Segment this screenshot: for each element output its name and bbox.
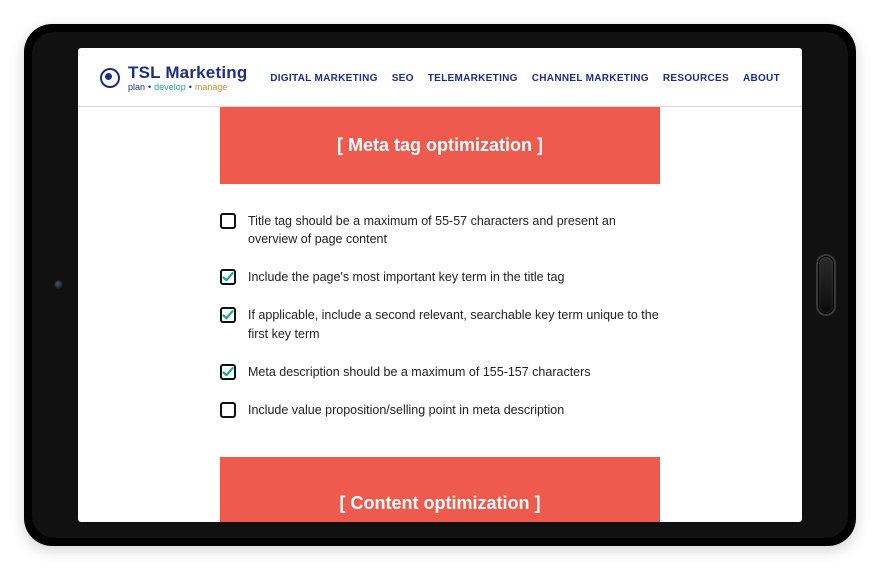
checkbox[interactable] [220,402,236,418]
site-logo[interactable]: TSL Marketing plan•develop•manage [100,64,247,92]
main-nav: DIGITAL MARKETING SEO TELEMARKETING CHAN… [270,73,780,84]
screen: TSL Marketing plan•develop•manage DIGITA… [78,48,802,522]
section-banner-content-opt: [ Content optimization ] [220,457,660,522]
checklist-item: Include value proposition/selling point … [220,401,660,419]
checkmark-icon [222,271,234,283]
checkbox[interactable] [220,307,236,323]
checklist-label: Include value proposition/selling point … [248,401,564,419]
checkbox[interactable] [220,213,236,229]
checklist-item: Title tag should be a maximum of 55-57 c… [220,212,660,248]
checkbox[interactable] [220,364,236,380]
tablet-bezel: TSL Marketing plan•develop•manage DIGITA… [32,32,848,538]
logo-title: TSL Marketing [128,64,247,81]
checklist-item: Meta description should be a maximum of … [220,363,660,381]
site-header: TSL Marketing plan•develop•manage DIGITA… [78,48,802,107]
logo-icon [100,68,120,88]
checkbox[interactable] [220,269,236,285]
section-banner-meta-tag: [ Meta tag optimization ] [220,107,660,184]
checkmark-icon [222,366,234,378]
home-button[interactable] [818,256,834,314]
checklist-item: Include the page's most important key te… [220,268,660,286]
nav-telemarketing[interactable]: TELEMARKETING [428,73,518,84]
nav-channel-marketing[interactable]: CHANNEL MARKETING [532,73,649,84]
checkmark-icon [222,309,234,321]
checklist-label: If applicable, include a second relevant… [248,306,660,342]
checklist-label: Meta description should be a maximum of … [248,363,591,381]
checklist-item: If applicable, include a second relevant… [220,306,660,342]
logo-text: TSL Marketing plan•develop•manage [128,64,247,92]
logo-tagline: plan•develop•manage [128,83,247,92]
tablet-frame: TSL Marketing plan•develop•manage DIGITA… [24,24,856,546]
page-content: [ Meta tag optimization ] Title tag shou… [78,107,802,522]
nav-resources[interactable]: RESOURCES [663,73,729,84]
checklist-label: Include the page's most important key te… [248,268,564,286]
camera-icon [54,280,64,290]
nav-seo[interactable]: SEO [392,73,414,84]
checklist-meta-tag: Title tag should be a maximum of 55-57 c… [220,212,660,419]
nav-digital-marketing[interactable]: DIGITAL MARKETING [270,73,378,84]
checklist-label: Title tag should be a maximum of 55-57 c… [248,212,660,248]
nav-about[interactable]: ABOUT [743,73,780,84]
